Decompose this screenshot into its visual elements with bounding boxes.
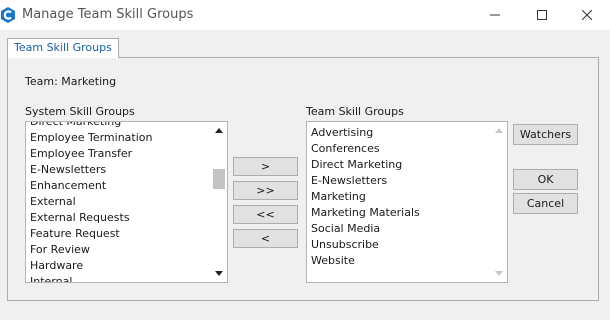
team-skill-groups-caption: Team Skill Groups — [306, 105, 404, 118]
window-title: Manage Team Skill Groups — [22, 7, 194, 22]
list-item[interactable]: Internal — [30, 274, 209, 282]
team-skill-groups-list[interactable]: Advertising Conferences Direct Marketing… — [306, 121, 508, 283]
remove-selected-button[interactable]: < — [233, 229, 298, 248]
watchers-button[interactable]: Watchers — [513, 124, 578, 145]
list-item[interactable]: Social Media — [311, 221, 489, 237]
maximize-icon — [537, 10, 547, 20]
system-list-items: Direct Marketing Employee Termination Em… — [30, 122, 209, 282]
close-button[interactable] — [564, 0, 610, 30]
list-item[interactable]: Unsubscribe — [311, 237, 489, 253]
list-item[interactable]: External — [30, 194, 209, 210]
list-item[interactable]: Direct Marketing — [30, 122, 209, 130]
list-item[interactable]: For Review — [30, 242, 209, 258]
list-item[interactable]: Enhancement — [30, 178, 209, 194]
minimize-icon — [490, 14, 500, 16]
list-item[interactable]: Website — [311, 253, 489, 269]
list-item[interactable]: E-Newsletters — [311, 173, 489, 189]
list-item[interactable]: Employee Termination — [30, 130, 209, 146]
scrollbar-thumb[interactable] — [213, 169, 225, 189]
list-item[interactable]: External Requests — [30, 210, 209, 226]
minimize-button[interactable] — [472, 0, 518, 30]
system-skill-groups-list[interactable]: Direct Marketing Employee Termination Em… — [25, 121, 228, 283]
system-skill-groups-caption: System Skill Groups — [25, 105, 135, 118]
add-selected-button[interactable]: > — [233, 157, 298, 176]
scroll-up-arrow-icon[interactable] — [215, 128, 223, 133]
tab-team-skill-groups[interactable]: Team Skill Groups — [7, 38, 119, 58]
add-all-button[interactable]: >> — [233, 181, 298, 200]
list-item[interactable]: E-Newsletters — [30, 162, 209, 178]
list-item[interactable]: Hardware — [30, 258, 209, 274]
scroll-down-arrow-icon[interactable] — [495, 271, 503, 276]
maximize-button[interactable] — [519, 0, 565, 30]
scroll-down-arrow-icon[interactable] — [215, 271, 223, 276]
team-list-scrollbar[interactable] — [491, 122, 507, 282]
team-label: Team: Marketing — [25, 75, 117, 88]
title-bar: Manage Team Skill Groups — [0, 0, 610, 30]
list-item[interactable]: Advertising — [311, 125, 489, 141]
list-item[interactable]: Feature Request — [30, 226, 209, 242]
remove-all-button[interactable]: << — [233, 205, 298, 224]
app-logo-icon — [0, 6, 16, 24]
close-icon — [582, 10, 592, 20]
list-item[interactable]: Marketing — [311, 189, 489, 205]
system-list-scrollbar[interactable] — [211, 122, 227, 282]
list-item[interactable]: Employee Transfer — [30, 146, 209, 162]
ok-button[interactable]: OK — [513, 169, 578, 190]
list-item[interactable]: Direct Marketing — [311, 157, 489, 173]
scroll-up-arrow-icon[interactable] — [495, 128, 503, 133]
list-item[interactable]: Conferences — [311, 141, 489, 157]
cancel-button[interactable]: Cancel — [513, 193, 578, 214]
team-list-items: Advertising Conferences Direct Marketing… — [311, 125, 489, 269]
list-item[interactable]: Marketing Materials — [311, 205, 489, 221]
